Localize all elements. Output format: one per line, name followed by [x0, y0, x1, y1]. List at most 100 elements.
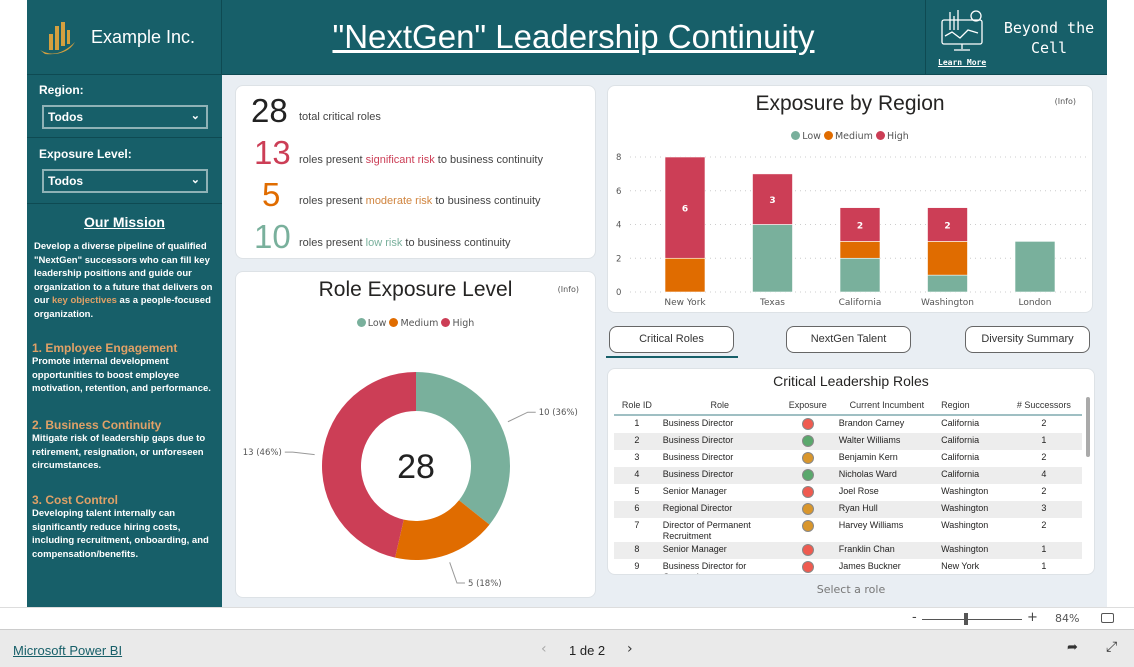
t: roles present [299, 237, 366, 249]
zoom-bar: - + 84% [0, 607, 1134, 630]
exposure-indicator [779, 542, 836, 559]
status-dot-icon [801, 503, 814, 515]
chevron-down-icon: ⌄ [190, 110, 200, 122]
bar-low[interactable] [839, 257, 881, 293]
y-tick-label: 0 [616, 288, 621, 298]
exposure-indicator [780, 484, 836, 501]
table-cell: Business Director [659, 433, 780, 450]
table-cell: 1 [1005, 542, 1082, 559]
table-cell: 4 [1005, 467, 1082, 484]
bar-medium[interactable] [927, 241, 968, 276]
bar-low[interactable] [1014, 241, 1056, 293]
exposure-dropdown[interactable]: Todos ⌄ [42, 169, 208, 193]
report-header: Example Inc. "NextGen" Leadership Contin… [27, 0, 1107, 75]
table-row[interactable]: 9 Business Director for Contracting James … [614, 559, 1082, 574]
next-page-icon[interactable]: › [627, 641, 633, 657]
risk-high: significant risk [365, 154, 435, 166]
kpi-low: 10 [254, 218, 291, 255]
bar-data-label: 2 [857, 222, 863, 232]
region-dropdown[interactable]: Todos ⌄ [42, 105, 208, 129]
power-bi-link[interactable]: Microsoft Power BI [13, 643, 122, 658]
table-cell: 8 [614, 542, 660, 559]
bar-low[interactable] [752, 224, 793, 293]
exposure-indicator [779, 433, 836, 450]
zoom-slider-thumb[interactable] [964, 613, 968, 625]
bar-medium[interactable] [839, 241, 881, 259]
table-row[interactable]: 1 Business Director Brandon Carney Californ… [614, 415, 1082, 433]
table-cell: Benjamin Kern [838, 452, 898, 462]
zoom-out-button[interactable]: - [912, 610, 917, 625]
donut-chart[interactable]: 10 (36%) 5 (18%) 13 (46%) 28 [236, 272, 597, 599]
table-cell: Walter Williams [835, 433, 939, 450]
region-filter-label: Region: [39, 83, 84, 97]
objective-1-title: 1. Employee Engagement [32, 341, 178, 355]
y-tick-label: 2 [616, 254, 621, 264]
x-tick-label: Texas [759, 298, 785, 308]
tab-critical-roles[interactable]: Critical Roles [609, 326, 734, 353]
table-row[interactable]: 2 Business Director Walter Williams Califor… [614, 433, 1082, 450]
table-cell: 1 [1041, 561, 1047, 571]
table-row[interactable]: 5 Senior Manager Joel Rose Washington 2 [614, 484, 1082, 501]
bar-medium[interactable] [664, 257, 706, 293]
table-scrollbar[interactable] [1086, 397, 1090, 457]
roles-table: Role ID Role Exposure Current Incumbent Regi… [614, 395, 1082, 574]
table-title: Critical Leadership Roles [773, 373, 929, 389]
zoom-level: 84% [1055, 612, 1080, 625]
column-header[interactable]: Region [938, 395, 1006, 416]
mission-highlight: key objectives [51, 295, 117, 306]
t: to business continuity [432, 195, 541, 207]
partner-name: Beyond the Cell [1003, 19, 1095, 57]
table-cell: Washington [941, 486, 989, 496]
exposure-indicator [780, 518, 836, 542]
exposure-indicator [780, 450, 836, 467]
column-header[interactable]: Current Incumbent [835, 395, 939, 416]
t: to business continuity [402, 237, 511, 249]
table-row[interactable]: 8 Senior Manager Franklin Chan Washington 1 [614, 542, 1082, 559]
table-cell: Brandon Carney [838, 418, 905, 428]
exposure-indicator [780, 559, 836, 574]
status-dot-icon [801, 452, 814, 464]
y-tick-label: 8 [616, 153, 621, 163]
table-row[interactable]: 4 Business Director Nicholas Ward Californi… [614, 467, 1082, 484]
status-dot-icon [801, 469, 814, 481]
fit-to-page-icon[interactable] [1101, 613, 1114, 623]
tab-diversity-summary[interactable]: Diversity Summary [965, 326, 1090, 353]
partner-block: Beyond the Cell Learn More [925, 0, 1107, 75]
prev-page-icon[interactable]: ‹ [541, 641, 547, 657]
status-dot-icon [801, 418, 814, 430]
bar-chart[interactable]: 0 2 4 6 8 6 New York 3 Texas 2 California 2 Washingt… [608, 86, 1094, 314]
fullscreen-icon[interactable]: ⤢ [1106, 639, 1117, 655]
exposure-filter-label: Exposure Level: [39, 147, 132, 161]
zoom-in-button[interactable]: + [1027, 610, 1038, 625]
table-cell: 3 [634, 452, 640, 462]
kpi-high: 13 [254, 134, 291, 171]
table-cell: 3 [1005, 501, 1082, 518]
company-logo-icon [40, 22, 75, 55]
column-header[interactable]: # Successors [1005, 395, 1082, 416]
table-cell: California [938, 467, 1006, 484]
table-row[interactable]: 3 Business Director Benjamin Kern Californi… [614, 450, 1082, 467]
chevron-down-icon: ⌄ [190, 174, 200, 186]
tab-nextgen-talent[interactable]: NextGen Talent [786, 326, 911, 353]
x-tick-label: London [1019, 298, 1052, 308]
kpi-low-text: roles present low risk to business conti… [299, 237, 511, 249]
mission-text: Develop a diverse pipeline of qualified … [34, 240, 217, 321]
table-cell: Harvey Williams [838, 520, 904, 530]
risk-low: low risk [365, 237, 403, 249]
column-header[interactable]: Exposure [779, 395, 836, 416]
table-row[interactable]: 6 Regional Director Ryan Hull Washington 3 [614, 501, 1082, 518]
table-row[interactable]: 7 Director of Permanent Recruitment Harvey… [614, 518, 1082, 542]
column-header[interactable]: Role ID [614, 395, 660, 416]
table-cell: Senior Manager [659, 542, 780, 559]
share-icon[interactable]: ➦ [1067, 640, 1078, 655]
zoom-slider-track[interactable] [922, 619, 1022, 620]
status-dot-icon [801, 435, 814, 447]
table-cell: Business Director for Contracting [662, 561, 747, 574]
bar-data-label: 6 [682, 205, 688, 215]
column-header[interactable]: Role [659, 395, 780, 416]
learn-more-link[interactable]: Learn More [938, 58, 986, 67]
kpi-medium: 5 [262, 176, 281, 213]
t: roles present [299, 195, 366, 207]
risk-medium: moderate risk [365, 195, 433, 207]
bar-low[interactable] [927, 274, 968, 293]
